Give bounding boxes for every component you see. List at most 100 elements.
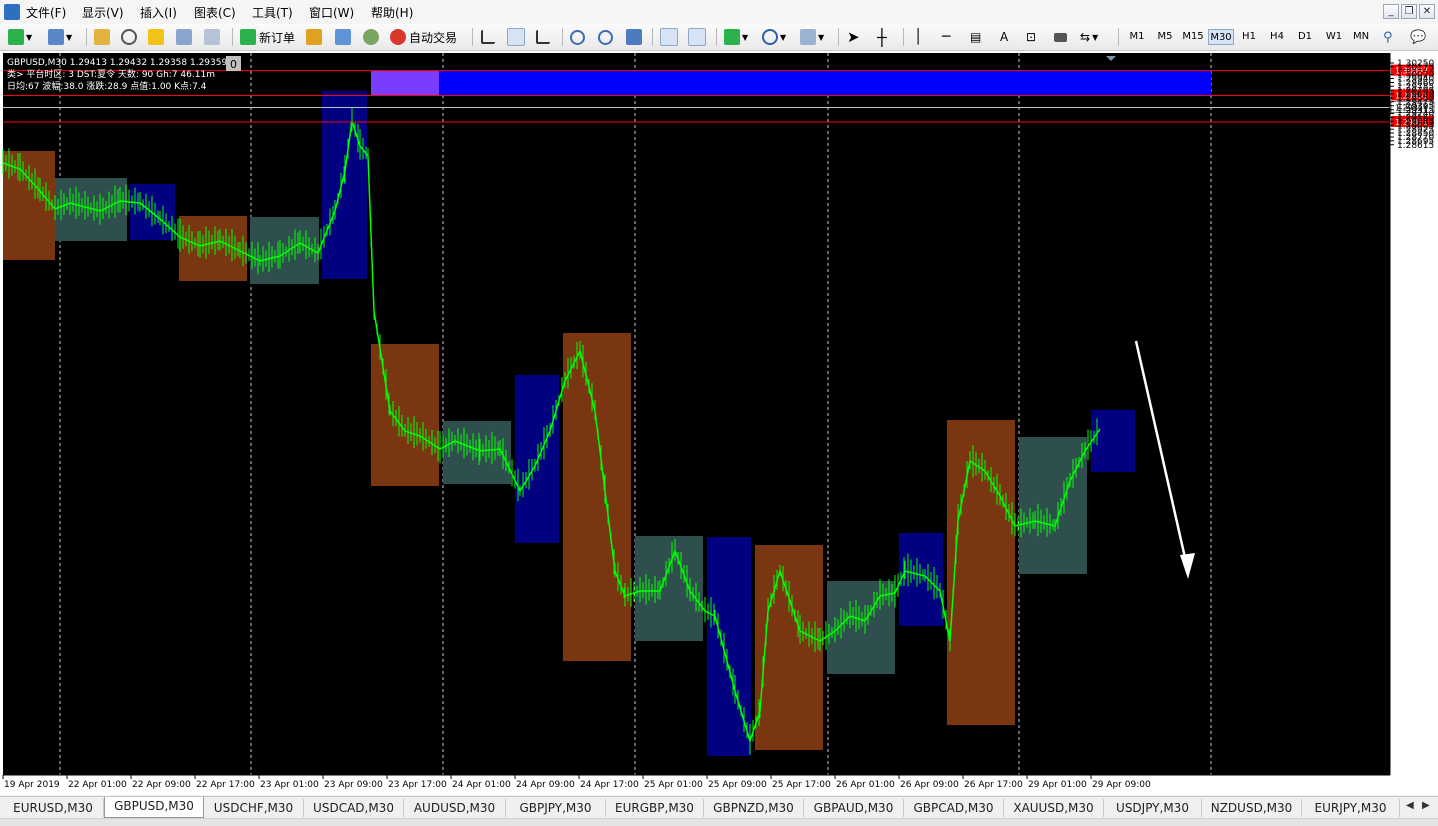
tab-eurusd-m30[interactable]: EURUSD,M30 [3, 799, 104, 817]
menu-tools[interactable]: 工具(T) [252, 4, 293, 21]
timeframe-m5[interactable]: M5 [1154, 29, 1176, 45]
data-window-button[interactable] [121, 28, 137, 46]
plus-icon [8, 29, 24, 45]
terminal-button[interactable] [176, 28, 192, 46]
tab-usdchf-m30[interactable]: USDCHF,M30 [204, 799, 304, 817]
new-chart-button[interactable]: ▼ [8, 28, 32, 46]
menu-view[interactable]: 显示(V) [82, 4, 124, 21]
zoom-in-button[interactable] [570, 28, 585, 46]
timeframe-d1[interactable]: D1 [1294, 29, 1316, 45]
chart-window[interactable]: 1.30097 1.29601 1.29071 1.29359 1.30250 1.30… [0, 51, 1438, 795]
line-chart-button[interactable] [536, 28, 550, 46]
trendline-icon: ▤ [970, 30, 982, 44]
menu-charts[interactable]: 图表(C) [194, 4, 236, 21]
tab-audusd-m30[interactable]: AUDUSD,M30 [404, 799, 506, 817]
menu-help[interactable]: 帮助(H) [371, 4, 413, 21]
tab-gbpusd-m30[interactable]: GBPUSD,M30 [104, 797, 204, 818]
periods-button[interactable]: ▼ [762, 28, 786, 46]
chart-info-line1: GBPUSD,M30 1.29413 1.29432 1.29358 1.293… [7, 58, 227, 68]
timeframe-h1[interactable]: H1 [1238, 29, 1260, 45]
tab-next-icon[interactable]: ▶ [1422, 800, 1430, 811]
bar-chart-button[interactable] [481, 28, 495, 46]
tile-windows-button[interactable] [626, 28, 642, 46]
timeframe-h4[interactable]: H4 [1266, 29, 1288, 45]
tab-usdjpy-m30[interactable]: USDJPY,M30 [1104, 799, 1202, 817]
tab-prev-icon[interactable]: ◀ [1406, 800, 1414, 811]
tester-button[interactable] [204, 28, 220, 46]
star-icon [148, 29, 164, 45]
tab-gbpnzd-m30[interactable]: GBPNZD,M30 [704, 799, 804, 817]
arrows-button[interactable]: ⇆ ▼ [1080, 28, 1098, 46]
search-button[interactable]: ⚲ [1383, 28, 1393, 46]
zoom-out-button[interactable] [598, 28, 613, 46]
menu-insert[interactable]: 插入(I) [140, 4, 177, 21]
chat-button[interactable]: 💬 [1410, 28, 1426, 46]
label-button[interactable]: ⊡ [1026, 28, 1036, 46]
tab-nzdusd-m30[interactable]: NZDUSD,M30 [1202, 799, 1302, 817]
navigator-button[interactable] [148, 28, 164, 46]
price-chart[interactable]: 1.300971.296011.290711.29359 1.302501.30… [0, 51, 1438, 795]
terminal-icon [176, 29, 192, 45]
timeframe-m15[interactable]: M15 [1181, 29, 1205, 45]
bar-chart-icon [481, 30, 495, 44]
templates-button[interactable]: ▼ [800, 28, 824, 46]
rectangle-button[interactable] [1054, 28, 1067, 46]
chart-info-line2: 类> 平台时区: 3 DST:夏令 天数: 90 Gh:7 46.11m [7, 68, 215, 80]
session-box [1091, 410, 1135, 472]
autoscroll-button[interactable] [660, 28, 678, 46]
tab-gbpjpy-m30[interactable]: GBPJPY,M30 [506, 799, 606, 817]
signals-button[interactable] [363, 28, 379, 46]
restore-icon[interactable]: ❐ [1401, 4, 1417, 19]
meta-editor-button[interactable] [306, 28, 322, 46]
minimize-icon[interactable]: _ [1383, 4, 1399, 19]
session-box [371, 344, 439, 486]
timeframe-m30[interactable]: M30 [1208, 29, 1234, 45]
history-button[interactable] [335, 28, 351, 46]
text-button[interactable]: A [1000, 28, 1008, 46]
auto-trading-button[interactable]: 自动交易 [390, 28, 457, 46]
history-icon [335, 29, 351, 45]
time-tick-label: 24 Apr 09:00 [516, 780, 575, 790]
chart-shift-button[interactable] [688, 28, 706, 46]
candle-chart-button[interactable] [507, 28, 525, 46]
search-icon: ⚲ [1383, 29, 1393, 45]
horizontal-line-button[interactable]: ─ [942, 28, 950, 46]
crosshair-button[interactable]: ┼ [877, 28, 887, 47]
magnifier-icon [204, 29, 220, 45]
chart-info-line3: 日均:67 波幅:38.0 涨跌:28.9 点值:1.00 K点:7.4 [7, 80, 207, 92]
line-chart-icon [536, 30, 550, 44]
tab-gbpcad-m30[interactable]: GBPCAD,M30 [904, 799, 1004, 817]
tab-eurgbp-m30[interactable]: EURGBP,M30 [606, 799, 704, 817]
menu-file[interactable]: 文件(F) [26, 4, 66, 21]
session-box [563, 333, 631, 661]
time-tick-label: 26 Apr 17:00 [964, 780, 1023, 790]
session-box [515, 375, 559, 543]
trendline-button[interactable]: ▤ [970, 28, 981, 46]
arrows-icon: ⇆ [1080, 30, 1091, 44]
toolbar: ▼ ▼ 新订单 自动交易 ▼ ▼ ▼ ➤ ┼ │ ─ ▤ A ⊡ ⇆ ▼ M1 M… [0, 24, 1438, 51]
tab-xauusd-m30[interactable]: XAUUSD,M30 [1004, 799, 1104, 817]
timeframe-m1[interactable]: M1 [1126, 29, 1148, 45]
time-tick-label: 22 Apr 09:00 [132, 780, 191, 790]
tab-eurjpy-m30[interactable]: EURJPY,M30 [1302, 799, 1400, 817]
indicators-icon [724, 29, 740, 45]
candlestick-icon [507, 28, 525, 46]
profiles-button[interactable]: ▼ [48, 28, 72, 46]
vertical-line-button[interactable]: │ [914, 28, 922, 46]
session-box [443, 421, 511, 484]
cursor-button[interactable]: ➤ [847, 28, 860, 46]
menu-window[interactable]: 窗口(W) [309, 4, 354, 21]
chart-tabs: ◀ ▶ EURUSD,M30 GBPUSD,M30 USDCHF,M30 USDCAD… [0, 796, 1438, 819]
new-order-button[interactable]: 新订单 [240, 28, 295, 46]
tab-gbpaud-m30[interactable]: GBPAUD,M30 [804, 799, 904, 817]
zone-overlap-rect [371, 70, 439, 96]
session-box [1019, 437, 1087, 574]
market-watch-button[interactable] [94, 28, 110, 46]
indicators-button[interactable]: ▼ [724, 28, 748, 46]
tab-usdcad-m30[interactable]: USDCAD,M30 [304, 799, 404, 817]
timeframe-mn[interactable]: MN [1350, 29, 1372, 45]
time-tick-label: 22 Apr 17:00 [196, 780, 255, 790]
close-icon[interactable]: ✕ [1419, 4, 1435, 19]
cursor-icon: ➤ [847, 28, 860, 46]
timeframe-w1[interactable]: W1 [1322, 29, 1346, 45]
